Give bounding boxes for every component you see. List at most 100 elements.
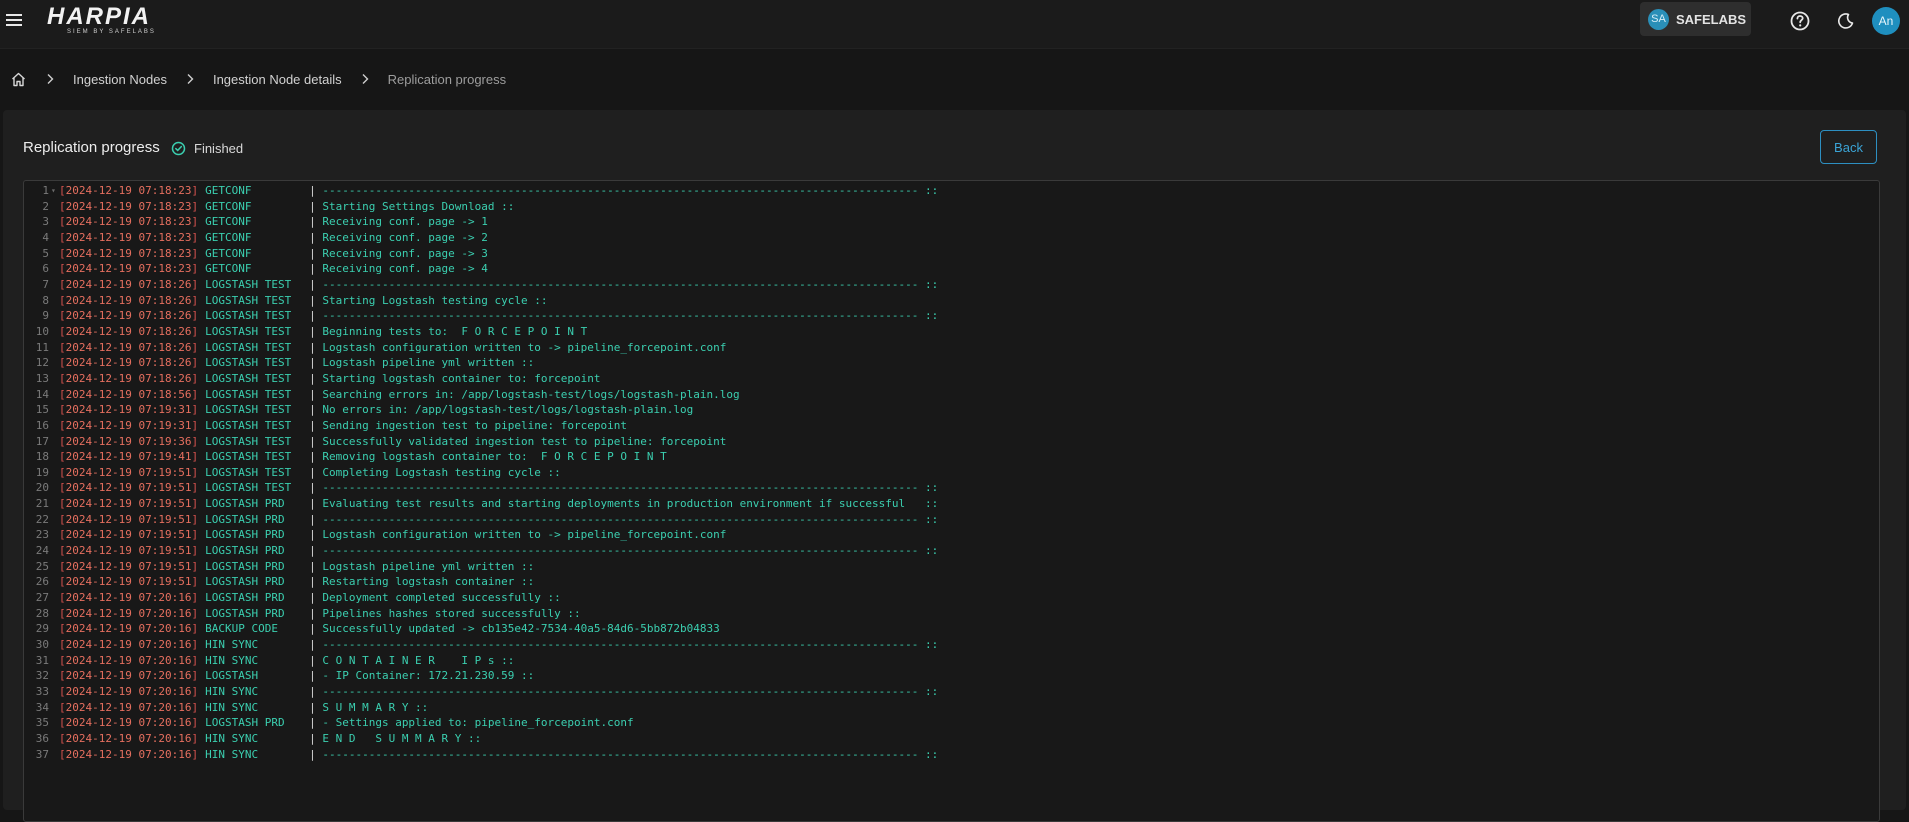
status-label: Finished bbox=[194, 141, 244, 156]
log-message: Beginning tests to: F O R C E P O I N T bbox=[322, 324, 588, 338]
page-title: Replication progress bbox=[23, 139, 160, 156]
log-timestamp: [2024-12-19 07:19:51] bbox=[59, 544, 199, 558]
log-separator: | bbox=[309, 747, 323, 761]
chevron-right-icon bbox=[187, 74, 194, 84]
line-number: 4 bbox=[42, 230, 49, 244]
log-tag: HIN SYNC bbox=[205, 747, 259, 761]
log-separator: | bbox=[309, 700, 323, 714]
log-separator: | bbox=[309, 184, 323, 197]
log-line: 30 [2024-12-19 07:20:16] HIN SYNC | -------… bbox=[24, 637, 939, 653]
line-number: 17 bbox=[35, 434, 49, 448]
log-line: 5 [2024-12-19 07:18:23] GETCONF | Receiving… bbox=[24, 246, 938, 262]
moon-icon[interactable] bbox=[1835, 10, 1857, 32]
log-timestamp: [2024-12-19 07:20:16] bbox=[59, 653, 199, 667]
log-timestamp: [2024-12-19 07:18:26] bbox=[59, 293, 199, 307]
log-tag: LOGSTASH TEST bbox=[205, 418, 292, 432]
log-message: ----------------------------------------… bbox=[322, 512, 939, 526]
log-tag: GETCONF bbox=[205, 215, 252, 229]
log-message: Logstash configuration written to -> pip… bbox=[322, 528, 727, 542]
log-timestamp: [2024-12-19 07:18:23] bbox=[59, 184, 199, 197]
logo-main: HARPIA bbox=[47, 3, 152, 30]
breadcrumb-ingestion-node-details[interactable]: Ingestion Node details bbox=[213, 72, 342, 87]
logo-sub: SIEM BY SAFELABS bbox=[67, 29, 156, 35]
back-button[interactable]: Back bbox=[1820, 130, 1877, 164]
log-timestamp: [2024-12-19 07:20:16] bbox=[59, 700, 199, 714]
log-tag: LOGSTASH TEST bbox=[205, 324, 292, 338]
log-line: 23 [2024-12-19 07:19:51] LOGSTASH PRD | Log… bbox=[24, 527, 938, 543]
log-message: Successfully updated -> cb135e42-7534-40… bbox=[322, 622, 720, 636]
log-timestamp: [2024-12-19 07:19:51] bbox=[59, 465, 199, 479]
log-timestamp: [2024-12-19 07:20:16] bbox=[59, 731, 199, 745]
log-message: Successfully validated ingestion test to… bbox=[322, 434, 727, 448]
line-number: 24 bbox=[35, 544, 49, 558]
help-circle-icon[interactable] bbox=[1789, 10, 1811, 32]
log-tag: LOGSTASH PRD bbox=[205, 528, 285, 542]
log-separator: | bbox=[309, 324, 323, 338]
line-number: 34 bbox=[35, 700, 49, 714]
log-timestamp: [2024-12-19 07:20:16] bbox=[59, 591, 199, 605]
line-number: 15 bbox=[35, 403, 49, 417]
log-message: Logstash pipeline yml written :: bbox=[322, 559, 535, 573]
log-message: Restarting logstash container :: bbox=[322, 575, 535, 589]
log-tag: LOGSTASH PRD bbox=[205, 559, 285, 573]
log-tag: GETCONF bbox=[205, 230, 252, 244]
log-message: S U M M A R Y :: bbox=[322, 700, 429, 714]
line-number: 11 bbox=[35, 340, 49, 354]
line-number: 21 bbox=[35, 497, 49, 511]
log-line: 8 [2024-12-19 07:18:26] LOGSTASH TEST | Sta… bbox=[24, 293, 938, 309]
log-line: 15 [2024-12-19 07:19:31] LOGSTASH TEST | No… bbox=[24, 402, 938, 418]
log-tag: GETCONF bbox=[205, 199, 252, 213]
user-avatar[interactable]: An bbox=[1872, 7, 1900, 35]
top-bar: HARPIA SIEM BY SAFELABS SA SAFELABS An bbox=[0, 0, 1909, 49]
line-number: 30 bbox=[35, 638, 49, 652]
breadcrumb-ingestion-nodes[interactable]: Ingestion Nodes bbox=[73, 72, 167, 87]
log-line: 28 [2024-12-19 07:20:16] LOGSTASH PRD | Pip… bbox=[24, 606, 938, 622]
org-switcher[interactable]: SA SAFELABS bbox=[1640, 2, 1751, 36]
log-message: ----------------------------------------… bbox=[322, 685, 939, 698]
line-number: 20 bbox=[35, 481, 49, 495]
log-line: 29 [2024-12-19 07:20:16] BACKUP CODE | Succ… bbox=[24, 621, 938, 637]
log-line: 14 [2024-12-19 07:18:56] LOGSTASH TEST | Se… bbox=[24, 387, 938, 403]
log-separator: | bbox=[309, 293, 323, 307]
log-timestamp: [2024-12-19 07:20:16] bbox=[59, 606, 199, 620]
line-number: 25 bbox=[35, 559, 49, 573]
log-line: 16 [2024-12-19 07:19:31] LOGSTASH TEST | Se… bbox=[24, 418, 938, 434]
log-viewer[interactable]: 1 ▾ [2024-12-19 07:18:23] GETCONF | --------… bbox=[23, 180, 1880, 822]
log-timestamp: [2024-12-19 07:19:36] bbox=[59, 434, 199, 448]
line-number: 31 bbox=[35, 653, 49, 667]
line-number: 37 bbox=[35, 747, 49, 761]
fold-icon[interactable]: ▾ bbox=[51, 183, 59, 199]
hamburger-icon[interactable] bbox=[6, 12, 22, 28]
log-timestamp: [2024-12-19 07:18:23] bbox=[59, 199, 199, 213]
line-number: 7 bbox=[42, 277, 49, 291]
line-number: 1 bbox=[42, 184, 49, 197]
log-tag: HIN SYNC bbox=[205, 653, 259, 667]
log-tag: LOGSTASH TEST bbox=[205, 465, 292, 479]
logo[interactable]: HARPIA SIEM BY SAFELABS bbox=[47, 3, 179, 36]
line-number: 18 bbox=[35, 450, 49, 464]
log-message: Receiving conf. page -> 1 bbox=[322, 215, 488, 229]
log-line: 3 [2024-12-19 07:18:23] GETCONF | Receiving… bbox=[24, 214, 938, 230]
line-number: 14 bbox=[35, 387, 49, 401]
log-separator: | bbox=[309, 465, 323, 479]
log-separator: | bbox=[309, 544, 323, 558]
home-icon[interactable] bbox=[10, 71, 27, 88]
log-separator: | bbox=[309, 230, 323, 244]
log-separator: | bbox=[309, 575, 323, 589]
log-timestamp: [2024-12-19 07:18:23] bbox=[59, 230, 199, 244]
line-number: 3 bbox=[42, 215, 49, 229]
